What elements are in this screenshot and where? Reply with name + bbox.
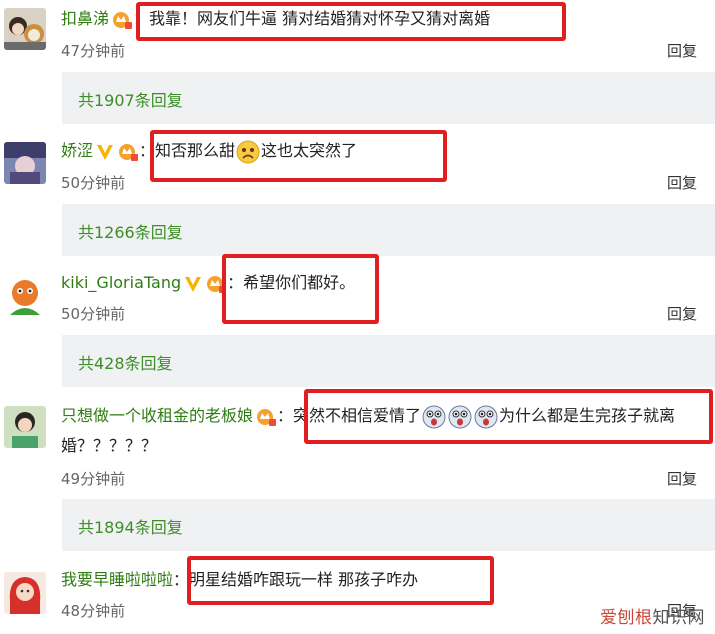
comment-line: kiki_GloriaTang ：希望你们都好。: [61, 270, 707, 296]
username[interactable]: 娇涩: [61, 141, 93, 160]
timestamp: 47分钟前: [61, 42, 126, 60]
timestamp: 48分钟前: [61, 602, 126, 620]
avatar[interactable]: [4, 142, 46, 184]
replies-count-link[interactable]: 共1266条回复: [78, 219, 183, 243]
avatar[interactable]: [4, 275, 46, 317]
replies-bar[interactable]: 共1907条回复: [62, 72, 715, 124]
replies-bar[interactable]: 共428条回复: [62, 335, 715, 387]
timestamp: 49分钟前: [61, 470, 126, 488]
avatar[interactable]: [4, 406, 46, 448]
replies-count-link[interactable]: 共1907条回复: [78, 87, 183, 111]
watermark: 爱刨根知识网: [600, 603, 705, 628]
replies-bar[interactable]: 共1894条回复: [62, 499, 715, 551]
replies-count-link[interactable]: 共1894条回复: [78, 514, 183, 538]
highlight-box: [304, 389, 713, 444]
highlight-box: [136, 2, 566, 41]
vip-crown-badge-icon: [117, 142, 139, 162]
username[interactable]: 扣鼻涕: [61, 9, 109, 28]
verified-v-icon: [95, 142, 115, 162]
timestamp: 50分钟前: [61, 305, 126, 323]
vip-crown-badge-icon: [111, 10, 133, 30]
verified-v-icon: [183, 274, 203, 294]
comment-text-continued: 婚？？？？？: [61, 436, 158, 455]
username[interactable]: kiki_GloriaTang: [61, 273, 181, 292]
replies-count-link[interactable]: 共428条回复: [78, 350, 173, 374]
timestamp: 50分钟前: [61, 174, 126, 192]
highlight-box: [150, 130, 447, 182]
avatar[interactable]: [4, 8, 46, 50]
highlight-box: [187, 556, 494, 605]
username[interactable]: 只想做一个收租金的老板娘: [61, 406, 253, 425]
reply-button[interactable]: 回复: [667, 468, 697, 489]
reply-button[interactable]: 回复: [667, 40, 697, 61]
replies-bar[interactable]: 共1266条回复: [62, 204, 715, 256]
reply-button[interactable]: 回复: [667, 172, 697, 193]
username[interactable]: 我要早睡啦啦啦: [61, 570, 173, 589]
highlight-box: [222, 254, 379, 324]
watermark-text: 爱刨根: [600, 608, 653, 628]
avatar[interactable]: [4, 572, 46, 614]
colon: ：: [277, 406, 294, 425]
vip-crown-badge-icon: [255, 407, 277, 427]
watermark-text: 知识网: [652, 608, 705, 628]
reply-button[interactable]: 回复: [667, 303, 697, 324]
